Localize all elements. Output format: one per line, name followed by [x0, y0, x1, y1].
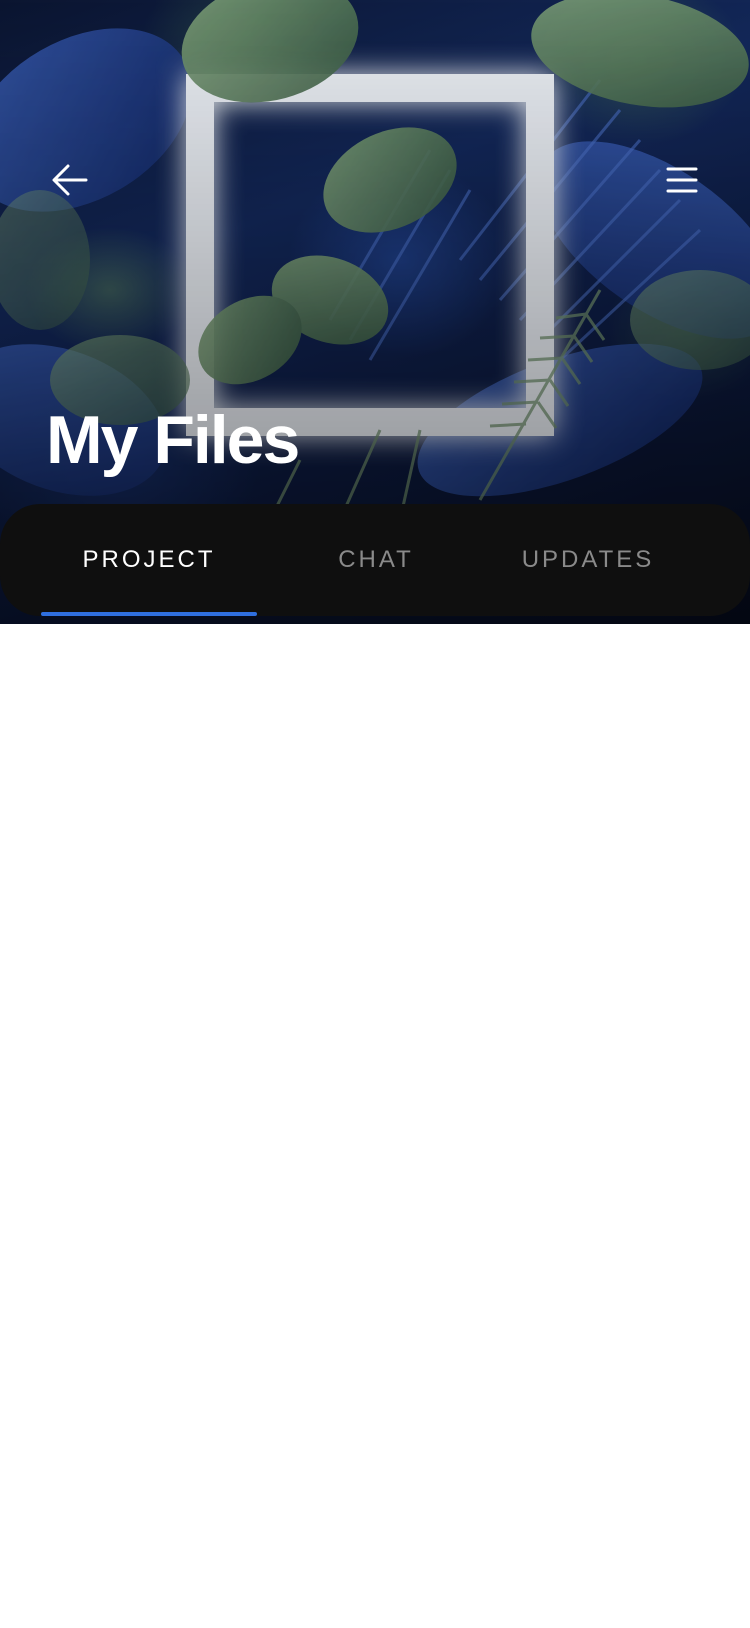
tab-bar: PROJECT CHAT UPDATES — [0, 504, 750, 616]
back-button[interactable] — [38, 148, 102, 212]
tab-updates[interactable]: UPDATES — [508, 504, 668, 616]
tab-chat[interactable]: CHAT — [296, 504, 456, 616]
tab-project[interactable]: PROJECT — [40, 504, 258, 616]
menu-button[interactable] — [650, 148, 714, 212]
hamburger-menu-icon — [666, 167, 698, 193]
page-title: My Files — [46, 402, 300, 478]
screen: My Files PROJECT CHAT UPDATES — [0, 0, 750, 1628]
tab-content-area — [0, 624, 750, 1628]
active-tab-indicator — [41, 612, 257, 616]
arrow-left-icon — [52, 164, 88, 196]
